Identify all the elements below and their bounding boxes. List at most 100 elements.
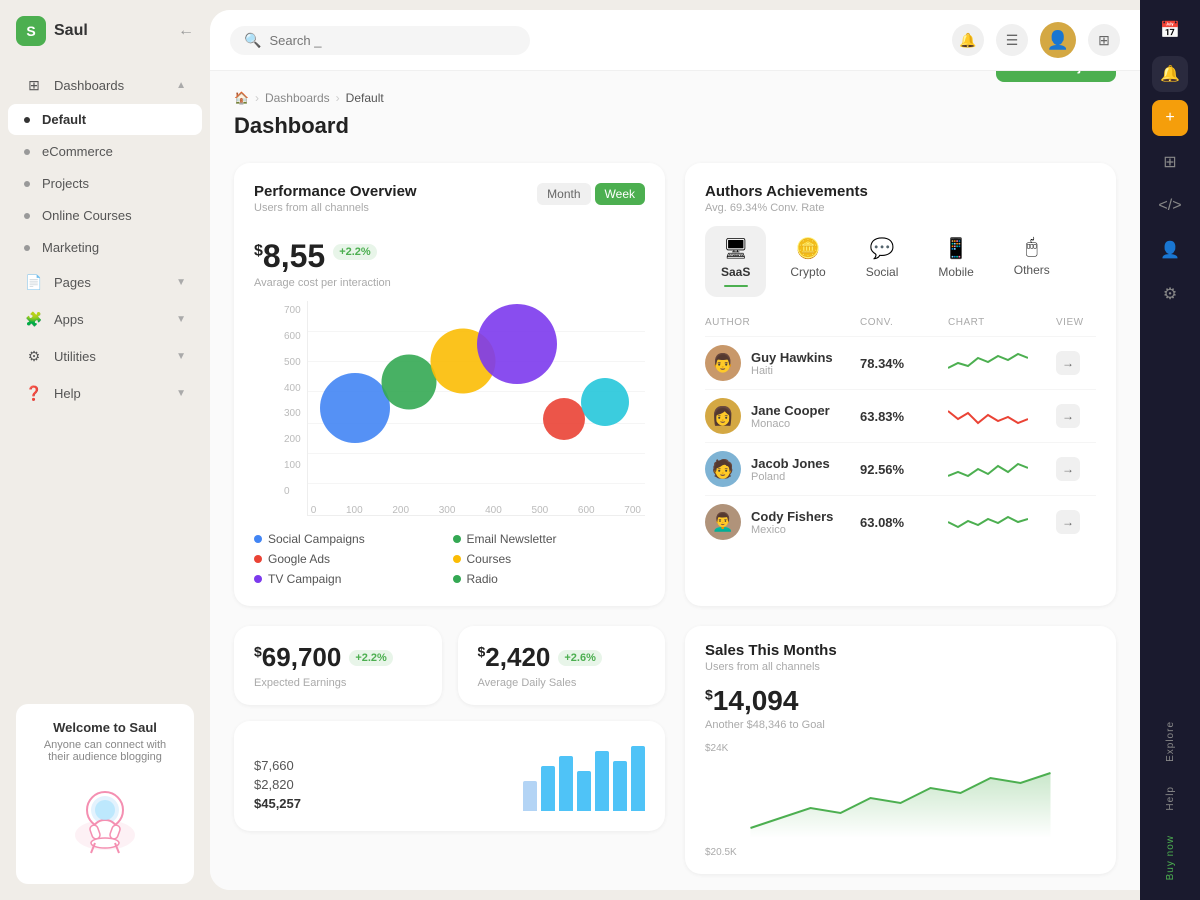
astronaut-illustration	[55, 775, 155, 855]
breadcrumb-home[interactable]: 🏠	[234, 91, 249, 105]
notifications-icon[interactable]: 🔔	[952, 24, 984, 56]
legend-item: Radio	[453, 572, 646, 586]
sidebar-item-pages[interactable]: 📄 Pages ▼	[8, 264, 202, 300]
bar	[613, 761, 627, 811]
nav-section: ⊞ Dashboards ▲ Default eCommerce Project…	[0, 62, 210, 416]
chevron-icon: ▼	[176, 351, 186, 362]
breadcrumb-dashboards[interactable]: Dashboards	[265, 91, 330, 105]
search-box[interactable]: 🔍	[230, 26, 530, 55]
author-country: Haiti	[751, 365, 833, 377]
sidebar-item-ecommerce[interactable]: eCommerce	[8, 136, 202, 167]
sales-goal: Another $48,346 to Goal	[705, 719, 1096, 731]
avatar: 👨	[705, 345, 741, 381]
bubble-chart-wrapper: 700 600 500 400 300 200 100 0	[284, 301, 645, 516]
rail-user-icon[interactable]: 👤	[1152, 232, 1188, 268]
sidebar-item-apps[interactable]: 🧩 Apps ▼	[8, 301, 202, 337]
earnings-label: Expected Earnings	[254, 677, 422, 689]
daily-sales-badge: +2.6%	[558, 650, 602, 666]
bubble-chart: 0 100 200 300 400 500 600 700	[307, 301, 645, 516]
bar	[631, 746, 645, 811]
create-project-button[interactable]: Create Project	[996, 71, 1116, 82]
stats-section: $69,700 +2.2% Expected Earnings $2,420 +…	[234, 626, 665, 874]
sparkline-chart	[948, 348, 1028, 378]
avatar[interactable]: 👤	[1040, 22, 1076, 58]
search-input[interactable]	[269, 33, 469, 48]
stats-row: $69,700 +2.2% Expected Earnings $2,420 +…	[234, 626, 665, 705]
sidebar-item-projects[interactable]: Projects	[8, 168, 202, 199]
performance-card: Performance Overview Users from all chan…	[234, 163, 665, 606]
rail-calendar-icon[interactable]: 📅	[1152, 12, 1188, 48]
help-icon: ❓	[24, 383, 44, 403]
table-row: 👨‍🦱 Cody Fishers Mexico 63.08% →	[705, 495, 1096, 548]
cat-tab-saas[interactable]: 🖥 SaaS	[705, 226, 766, 297]
avatar: 👩	[705, 398, 741, 434]
author-conv: 63.83%	[860, 409, 940, 424]
welcome-title: Welcome to Saul	[32, 720, 178, 735]
main-content: 🔍 🔔 ☰ 👤 ⊞ 🏠 › Dashboards › Default Dashb…	[210, 10, 1140, 890]
sidebar-item-utilities[interactable]: ⚙ Utilities ▼	[8, 338, 202, 374]
breadcrumb: 🏠 › Dashboards › Default	[234, 91, 384, 105]
sidebar-item-online-courses[interactable]: Online Courses	[8, 200, 202, 231]
rail-notification-icon[interactable]: 🔔	[1152, 56, 1188, 92]
rail-code-icon[interactable]: </>	[1152, 188, 1188, 224]
authors-card: Authors Achievements Avg. 69.34% Conv. R…	[685, 163, 1116, 606]
perf-header: Performance Overview Users from all chan…	[254, 183, 645, 214]
sidebar-item-default[interactable]: Default	[8, 104, 202, 135]
sales-title: Sales This Months	[705, 642, 1096, 659]
view-button[interactable]: →	[1056, 404, 1080, 428]
perf-value: $8,55	[254, 238, 325, 275]
utilities-icon: ⚙	[24, 346, 44, 366]
nav-dot	[24, 149, 30, 155]
cat-tab-others[interactable]: 🖱 Others	[998, 226, 1066, 297]
grid-icon[interactable]: ⊞	[1088, 24, 1120, 56]
sparkline-chart	[948, 507, 1028, 537]
sidebar-item-help[interactable]: ❓ Help ▼	[8, 375, 202, 411]
menu-icon[interactable]: ☰	[996, 24, 1028, 56]
pages-icon: 📄	[24, 272, 44, 292]
mini-bar-chart	[523, 741, 645, 811]
sales-card: Sales This Months Users from all channel…	[685, 626, 1116, 874]
legend-item: Email Newsletter	[453, 532, 646, 546]
author-name: Jacob Jones	[751, 456, 830, 471]
active-underline	[724, 285, 748, 287]
bubble-radio	[581, 378, 629, 426]
buy-label[interactable]: Buy now	[1165, 827, 1176, 888]
daily-sales-value: $2,420	[478, 642, 551, 673]
tab-week[interactable]: Week	[595, 183, 645, 205]
bubble-email	[381, 355, 436, 410]
explore-label[interactable]: Explore	[1165, 713, 1176, 770]
topbar-right: 🔔 ☰ 👤 ⊞	[952, 22, 1120, 58]
app-logo: S	[16, 16, 46, 46]
view-button[interactable]: →	[1056, 351, 1080, 375]
earnings-card: $69,700 +2.2% Expected Earnings	[234, 626, 442, 705]
mobile-icon: 📱	[944, 236, 969, 261]
tab-month[interactable]: Month	[537, 183, 590, 205]
help-label[interactable]: Help	[1165, 778, 1176, 819]
view-button[interactable]: →	[1056, 457, 1080, 481]
author-country: Poland	[751, 471, 830, 483]
table-row: 👨 Guy Hawkins Haiti 78.34% →	[705, 336, 1096, 389]
back-icon[interactable]: ←	[178, 22, 194, 40]
nav-dot	[24, 181, 30, 187]
chevron-icon: ▼	[176, 277, 186, 288]
breadcrumb-current: Default	[346, 91, 384, 105]
cat-tab-crypto[interactable]: 🪙 Crypto	[774, 226, 841, 297]
daily-sales-label: Average Daily Sales	[478, 677, 646, 689]
amounts-card: $7,660 $2,820 $45,257	[234, 721, 665, 831]
app-name: Saul	[54, 22, 88, 40]
author-name: Jane Cooper	[751, 403, 830, 418]
rail-settings-icon[interactable]: ⚙	[1152, 276, 1188, 312]
sidebar-item-marketing[interactable]: Marketing	[8, 232, 202, 263]
legend-item: Google Ads	[254, 552, 447, 566]
author-conv: 63.08%	[860, 515, 940, 530]
view-button[interactable]: →	[1056, 510, 1080, 534]
sales-subtitle: Users from all channels	[705, 661, 1096, 673]
sidebar-item-dashboards[interactable]: ⊞ Dashboards ▲	[8, 67, 202, 103]
rail-grid-icon[interactable]: ⊞	[1152, 144, 1188, 180]
daily-sales-card: $2,420 +2.6% Average Daily Sales	[458, 626, 666, 705]
bubble-social	[320, 373, 390, 443]
cat-tab-mobile[interactable]: 📱 Mobile	[922, 226, 989, 297]
sidebar-header: S Saul ←	[0, 0, 210, 62]
rail-add-icon[interactable]: +	[1152, 100, 1188, 136]
cat-tab-social[interactable]: 💬 Social	[850, 226, 915, 297]
